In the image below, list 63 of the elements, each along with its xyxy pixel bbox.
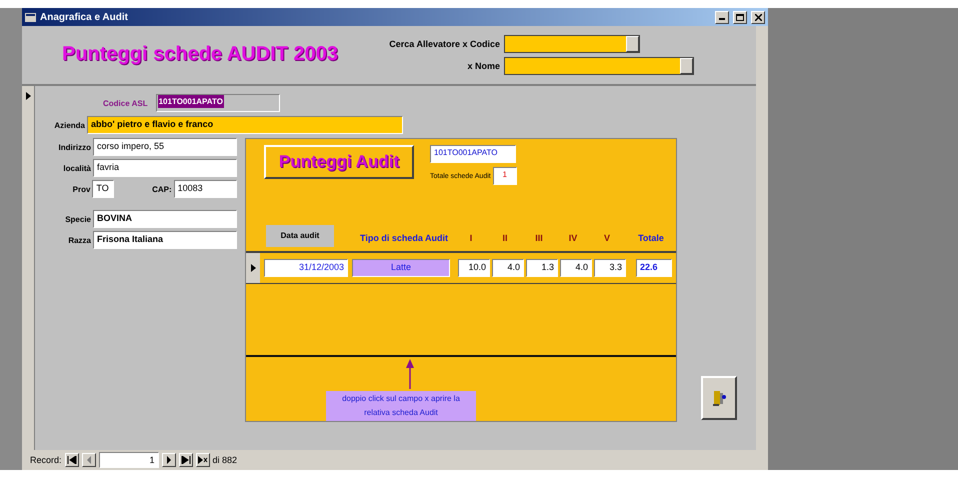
text-field[interactable]: Frisona Italiana bbox=[93, 231, 237, 249]
field-label: x Nome bbox=[466, 61, 500, 71]
farm-name-field[interactable]: abbo' pietro e flavio e franco bbox=[87, 116, 403, 134]
field-label: località bbox=[62, 164, 91, 172]
close-button[interactable] bbox=[751, 10, 765, 24]
code-field[interactable]: 101TO001APATO bbox=[430, 145, 516, 163]
column-header: III bbox=[534, 232, 544, 245]
record-pointer-icon bbox=[250, 264, 256, 272]
score-field[interactable]: 4.0 bbox=[560, 258, 592, 277]
column-header: Totale bbox=[637, 232, 665, 245]
type-field[interactable]: Latte bbox=[352, 258, 450, 277]
field-label: CAP: bbox=[151, 184, 172, 194]
text-field[interactable]: 10083 bbox=[174, 180, 237, 198]
text-field[interactable]: TO bbox=[92, 180, 114, 198]
text-field[interactable]: favria bbox=[93, 159, 237, 177]
asl-code-field[interactable]: 101TO001APATO bbox=[156, 94, 280, 112]
hint-note: doppio click sul campo x aprire la relativa scheda Audit bbox=[326, 391, 476, 421]
text-field[interactable]: corso impero, 55 bbox=[93, 138, 237, 156]
next-record-button[interactable] bbox=[162, 453, 176, 467]
arrow-icon bbox=[66, 456, 77, 464]
column-header: V bbox=[602, 232, 611, 245]
arrow-icon bbox=[406, 359, 414, 389]
previous-record-button[interactable] bbox=[82, 453, 96, 467]
score-field[interactable]: 10.0 bbox=[458, 258, 490, 277]
date-field[interactable]: 31/12/2003 bbox=[264, 258, 348, 277]
exit-button[interactable] bbox=[701, 376, 737, 420]
record-label: Record: bbox=[30, 455, 62, 465]
field-label: Prov bbox=[72, 184, 90, 194]
form-heading: Punteggi schede AUDIT 2003 bbox=[62, 42, 339, 67]
field-label: Razza bbox=[67, 236, 91, 244]
record-pointer-icon bbox=[26, 92, 30, 100]
score-field[interactable]: 4.0 bbox=[492, 258, 524, 277]
score-field[interactable]: 3.3 bbox=[594, 258, 626, 277]
field-label: Indirizzo bbox=[58, 142, 91, 152]
maximize-button[interactable] bbox=[733, 10, 747, 24]
field-label: Cerca Allevatore x Codice bbox=[388, 39, 500, 49]
last-record-button[interactable] bbox=[178, 453, 193, 467]
code-combo-box[interactable] bbox=[504, 35, 640, 53]
field-label: Specie bbox=[64, 214, 91, 224]
window-title: Anagrafica e Audit bbox=[40, 12, 128, 22]
first-record-button[interactable] bbox=[64, 453, 79, 467]
new-record-button[interactable] bbox=[196, 453, 210, 467]
sort-date-button[interactable]: Data audit bbox=[266, 224, 334, 247]
score-field[interactable]: 1.3 bbox=[526, 258, 558, 277]
form-icon bbox=[25, 12, 36, 22]
column-header: IV bbox=[568, 232, 578, 245]
arrow-icon bbox=[180, 456, 191, 464]
record-number-field[interactable]: 1 bbox=[98, 452, 159, 468]
count-field[interactable]: 1 bbox=[492, 167, 517, 185]
record-count: di 882 bbox=[212, 455, 238, 465]
column-header: I bbox=[468, 232, 474, 245]
field-label: Codice ASL bbox=[103, 98, 148, 108]
minimize-button[interactable] bbox=[715, 10, 729, 24]
total-field[interactable]: 22.6 bbox=[636, 258, 672, 277]
field-label: Azienda bbox=[53, 120, 85, 130]
close-icon bbox=[754, 14, 762, 20]
column-header: II bbox=[501, 232, 508, 245]
column-header: Tipo di scheda Audit bbox=[358, 232, 449, 245]
maximize-icon bbox=[736, 14, 744, 20]
arrow-icon bbox=[198, 456, 208, 464]
exit-door-icon bbox=[712, 390, 726, 406]
text-field[interactable]: BOVINA bbox=[93, 210, 237, 228]
name-combo-box[interactable] bbox=[504, 57, 694, 75]
